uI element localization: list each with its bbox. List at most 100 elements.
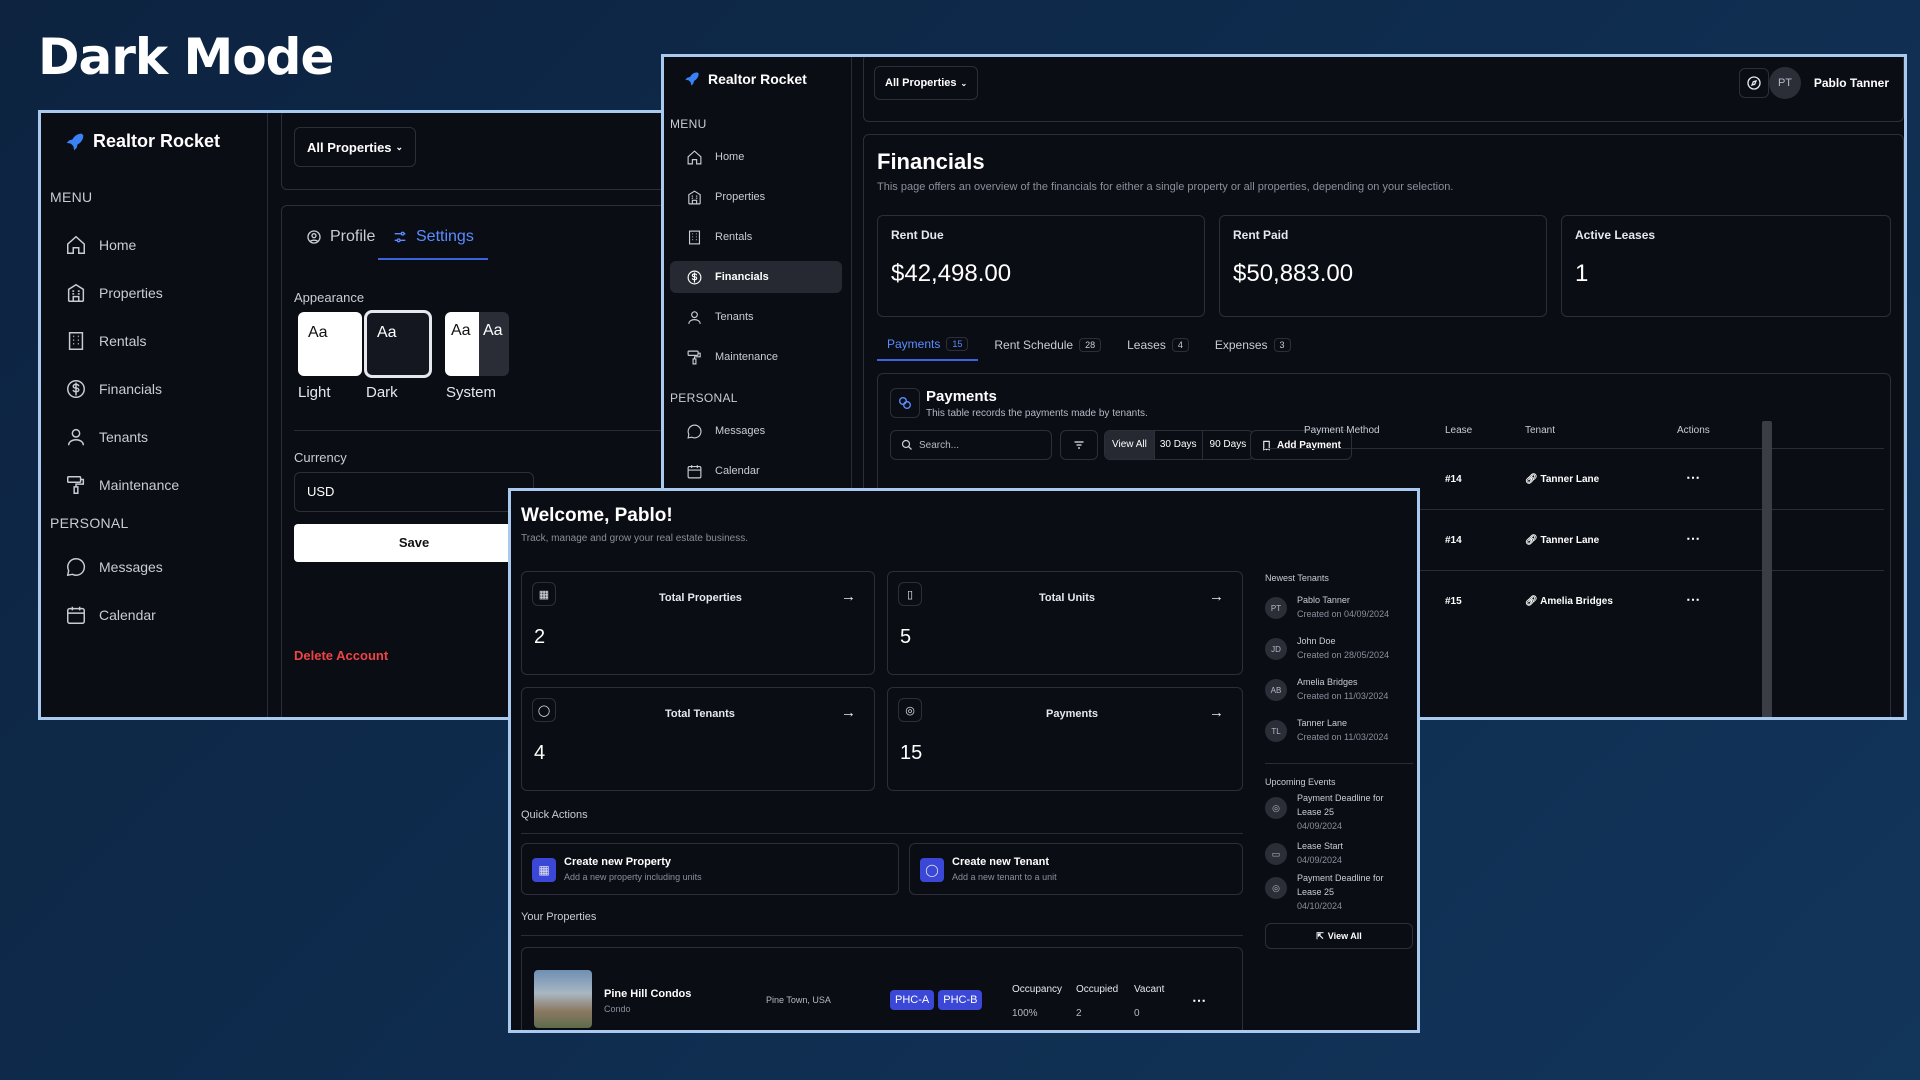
theme-light[interactable]: Aa	[298, 312, 362, 376]
tab-count-badge: 4	[1171, 338, 1189, 352]
brand[interactable]: Realtor Rocket	[65, 131, 220, 152]
tab-label: Leases	[1127, 338, 1166, 352]
arrow-right-icon[interactable]: →	[841, 704, 856, 721]
column-header: Payment Method	[1304, 425, 1380, 436]
sidebar-item-financials[interactable]: Financials	[65, 365, 255, 413]
list-item[interactable]: TL Tanner Lane Created on 11/03/2024	[1265, 718, 1415, 759]
compass-button[interactable]	[1739, 68, 1769, 98]
tab-payments[interactable]: Payments 15	[877, 331, 979, 361]
card-total-tenants[interactable]: ◯ Total Tenants → 4	[521, 687, 875, 791]
list-item[interactable]: AB Amelia Bridges Created on 11/03/2024	[1265, 677, 1415, 718]
row-actions-menu[interactable]: ⋯	[1686, 591, 1701, 608]
search-input[interactable]: Search...	[890, 430, 1052, 460]
create-property-button[interactable]: ▦ Create new Property Add a new property…	[521, 843, 899, 895]
property-filter-dropdown[interactable]: All Properties ⌄	[874, 66, 979, 100]
avatar[interactable]: PT	[1769, 67, 1801, 99]
sidebar-item-home[interactable]: Home	[670, 137, 842, 177]
sidebar-item-maintenance[interactable]: Maintenance	[65, 461, 255, 509]
sidebar-item-home[interactable]: Home	[65, 221, 255, 269]
card-value: 4	[534, 742, 546, 764]
sidebar-item-label: Home	[99, 237, 137, 253]
property-actions-menu[interactable]: ⋯	[1192, 992, 1207, 1009]
theme-system[interactable]: Aa Aa	[445, 312, 509, 376]
quick-actions-label: Quick Actions	[521, 809, 588, 821]
row-actions-menu[interactable]: ⋯	[1686, 469, 1701, 486]
event-item[interactable]: ▭ Lease Start 04/09/2024	[1265, 841, 1415, 871]
sidebar-item-calendar[interactable]: Calendar	[65, 591, 255, 639]
create-tenant-button[interactable]: ◯ Create new Tenant Add a new tenant to …	[909, 843, 1243, 895]
tab-label: Profile	[330, 228, 376, 245]
sidebar-item-messages[interactable]: Messages	[65, 543, 255, 591]
scrollbar[interactable]	[1762, 421, 1772, 717]
coins-icon: ◎	[1265, 797, 1287, 819]
tab-settings[interactable]: Settings	[378, 216, 488, 260]
event-title: Lease 25	[1297, 807, 1335, 817]
arrow-right-icon[interactable]: →	[841, 588, 856, 605]
your-properties-label: Your Properties	[521, 911, 597, 923]
currency-field[interactable]: USD	[294, 472, 534, 512]
tab-expenses[interactable]: Expenses 3	[1199, 331, 1301, 361]
save-button[interactable]: Save	[294, 524, 534, 562]
filter-button[interactable]	[1060, 430, 1098, 460]
card-value: 15	[900, 742, 923, 764]
user-icon: ◯	[532, 698, 556, 722]
sidebar-item-properties[interactable]: Properties	[670, 177, 842, 217]
unit-tag[interactable]: PHC-A	[890, 990, 935, 1010]
filter-icon	[1074, 441, 1084, 449]
sidebar-item-maintenance[interactable]: Maintenance	[670, 337, 842, 377]
brand[interactable]: Realtor Rocket	[684, 71, 807, 87]
list-item[interactable]: JD John Doe Created on 28/05/2024	[1265, 636, 1415, 677]
tenant-link[interactable]: 🔗︎ Amelia Bridges	[1525, 596, 1613, 607]
property-filter-dropdown[interactable]: All Properties ⌄	[294, 127, 417, 167]
card-payments[interactable]: ◎ Payments → 15	[887, 687, 1243, 791]
list-item[interactable]: PT Pablo Tanner Created on 04/09/2024	[1265, 595, 1415, 636]
unit-tag[interactable]: PHC-B	[938, 990, 983, 1010]
sidebar-item-rentals[interactable]: Rentals	[65, 317, 255, 365]
office-icon: ▯	[898, 582, 922, 606]
sidebar-item-tenants[interactable]: Tenants	[65, 413, 255, 461]
event-item[interactable]: ◎ Payment Deadline for Lease 25 04/09/20…	[1265, 793, 1415, 839]
chevron-down-icon: ⌄	[960, 78, 968, 88]
newest-tenants-label: Newest Tenants	[1265, 573, 1329, 583]
sidebar-item-rentals[interactable]: Rentals	[670, 217, 842, 257]
view-all-button[interactable]: ⇱ View All	[1265, 923, 1413, 949]
tab-count-badge: 28	[1079, 338, 1102, 352]
tab-rent-schedule[interactable]: Rent Schedule 28	[978, 331, 1111, 361]
arrow-right-icon[interactable]: →	[1209, 588, 1224, 605]
row-actions-menu[interactable]: ⋯	[1686, 530, 1701, 547]
date-range-group: View All 30 Days 90 Days	[1104, 430, 1255, 460]
sidebar-item-calendar[interactable]: Calendar	[670, 451, 842, 491]
quick-action-title: Create new Tenant	[952, 856, 1049, 868]
sidebar-item-properties[interactable]: Properties	[65, 269, 255, 317]
tenant-link[interactable]: 🔗︎ Tanner Lane	[1525, 535, 1599, 546]
theme-dark-label: Dark	[366, 384, 398, 401]
delete-account-link[interactable]: Delete Account	[294, 648, 388, 663]
quick-action-desc: Add a new property including units	[564, 872, 702, 882]
sidebar-item-financials[interactable]: Financials	[670, 261, 842, 293]
card-total-properties[interactable]: ▦ Total Properties → 2	[521, 571, 875, 675]
range-90-days[interactable]: 90 Days	[1201, 431, 1254, 459]
sidebar-item-messages[interactable]: Messages	[670, 411, 842, 451]
link-icon: 🔗︎	[1525, 596, 1541, 607]
theme-dark[interactable]: Aa	[364, 310, 432, 378]
column-header: Tenant	[1525, 425, 1556, 436]
event-item[interactable]: ◎ Payment Deadline for Lease 25 04/10/20…	[1265, 873, 1415, 919]
range-30-days[interactable]: 30 Days	[1153, 431, 1202, 459]
user-name[interactable]: Pablo Tanner	[1814, 76, 1889, 90]
avatar: TL	[1265, 720, 1287, 742]
tenant-name: Amelia Bridges	[1297, 677, 1358, 687]
coins-icon: ◎	[898, 698, 922, 722]
compass-icon	[1747, 76, 1761, 90]
tenant-link[interactable]: 🔗︎ Tanner Lane	[1525, 474, 1599, 485]
tenant-name: Pablo Tanner	[1297, 595, 1350, 605]
paint-roller-icon	[67, 476, 85, 494]
property-card[interactable]: Pine Hill Condos Condo Pine Town, USA PH…	[521, 947, 1243, 1030]
tab-leases[interactable]: Leases 4	[1111, 331, 1199, 361]
tab-label: Settings	[416, 228, 474, 245]
sidebar-item-tenants[interactable]: Tenants	[670, 297, 842, 337]
arrow-right-icon[interactable]: →	[1209, 704, 1224, 721]
card-total-units[interactable]: ▯ Total Units → 5	[887, 571, 1243, 675]
upcoming-events-label: Upcoming Events	[1265, 777, 1336, 787]
range-view-all[interactable]: View All	[1105, 431, 1154, 459]
tab-profile[interactable]: Profile	[306, 228, 375, 246]
